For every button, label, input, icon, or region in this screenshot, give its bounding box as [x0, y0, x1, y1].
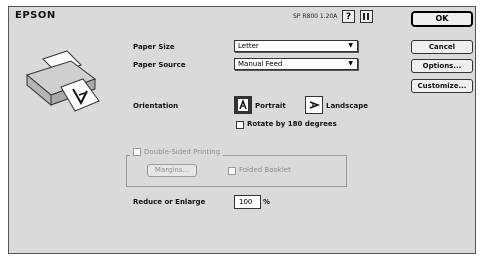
help-button[interactable]: ?: [342, 10, 355, 23]
printer-illustration-icon: [25, 50, 100, 112]
ok-button[interactable]: OK: [411, 11, 473, 27]
double-sided-legend: Double-Sided Printing: [130, 146, 224, 158]
chevron-down-icon: ▼: [348, 60, 353, 67]
brand-title: EPSON: [15, 10, 56, 21]
paper-size-select[interactable]: Letter ▼: [234, 40, 358, 52]
chevron-down-icon: ▼: [348, 42, 353, 49]
paper-size-value: Letter: [238, 42, 259, 50]
portrait-option[interactable]: [234, 96, 252, 114]
paper-size-label: Paper Size: [133, 43, 175, 51]
double-sided-checkbox[interactable]: [133, 148, 141, 156]
options-button[interactable]: Options...: [411, 59, 473, 73]
paper-source-value: Manual Feed: [238, 60, 283, 68]
portrait-label[interactable]: Portrait: [255, 102, 286, 110]
percent-unit: %: [263, 198, 271, 206]
cancel-button[interactable]: Cancel: [411, 40, 473, 54]
model-version: SP R800 1.20A: [293, 13, 338, 20]
info-button[interactable]: [360, 10, 373, 23]
folded-booklet-checkbox[interactable]: [228, 167, 236, 175]
landscape-label[interactable]: Landscape: [326, 102, 368, 110]
paper-source-label: Paper Source: [133, 61, 186, 69]
portrait-icon: [238, 98, 248, 111]
rotate-180-label: Rotate by 180 degrees: [247, 120, 337, 128]
reduce-enlarge-input[interactable]: 100: [234, 195, 261, 209]
info-icon: [363, 13, 369, 20]
landscape-icon: [309, 101, 321, 109]
customize-button[interactable]: Customize...: [411, 79, 473, 93]
margins-button[interactable]: Margins...: [147, 164, 197, 177]
reduce-enlarge-label: Reduce or Enlarge: [133, 198, 206, 206]
folded-booklet-label: Folded Booklet: [239, 166, 291, 174]
rotate-180-checkbox[interactable]: [236, 121, 244, 129]
help-icon: ?: [345, 12, 352, 22]
paper-source-select[interactable]: Manual Feed ▼: [234, 58, 358, 70]
page-setup-dialog: EPSON SP R800 1.20A ? OK Cancel Options.…: [8, 6, 476, 254]
double-sided-label: Double-Sided Printing: [144, 148, 221, 156]
orientation-label: Orientation: [133, 102, 179, 110]
landscape-option[interactable]: [305, 96, 323, 114]
